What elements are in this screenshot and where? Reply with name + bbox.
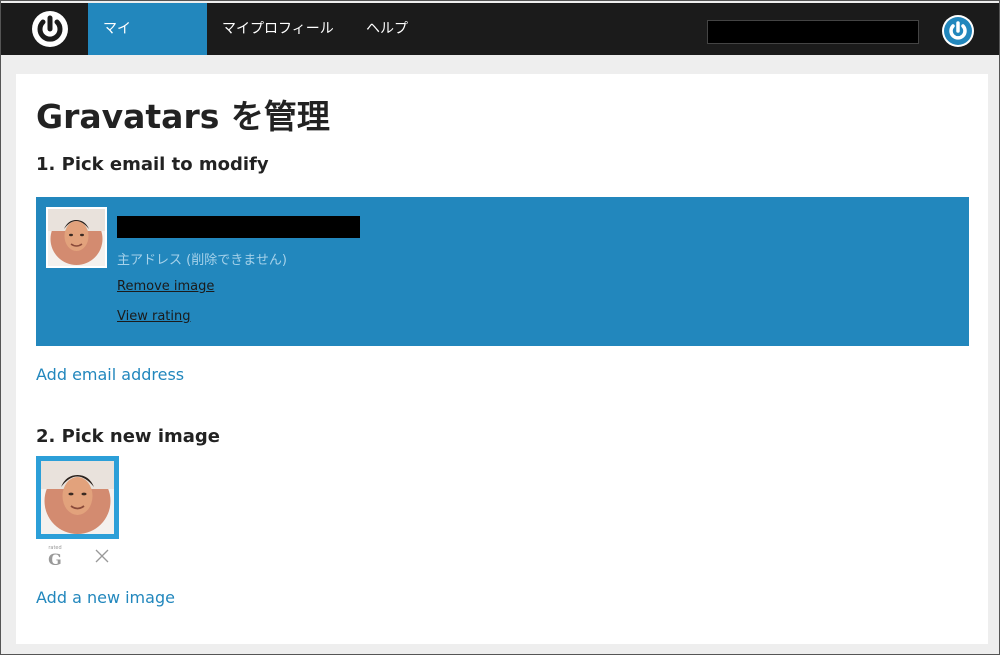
avatar-photo-icon <box>41 461 114 534</box>
delete-image-close-icon[interactable] <box>94 548 110 564</box>
nav-my-gravatar[interactable]: マイ Gravatar <box>88 3 207 89</box>
manage-gravatars-panel: Gravatars を管理 1. Pick email to modify 主ア… <box>16 74 988 644</box>
gravatar-logo-icon[interactable] <box>30 9 70 49</box>
top-nav-bar: マイ Gravatar マイプロフィール ヘルプ <box>0 0 1000 89</box>
avatar-photo-icon <box>48 209 105 266</box>
page-title: Gravatars を管理 <box>36 97 330 136</box>
svg-text:G: G <box>48 550 62 567</box>
add-email-address-link[interactable]: Add email address <box>36 365 184 384</box>
account-email-redacted <box>707 20 919 44</box>
view-rating-link[interactable]: View rating <box>117 309 191 324</box>
nav-my-profile[interactable]: マイプロフィール <box>207 3 349 55</box>
add-new-image-link[interactable]: Add a new image <box>36 588 175 607</box>
image-option-selected[interactable] <box>36 456 119 539</box>
nav-help[interactable]: ヘルプ <box>351 3 423 55</box>
email-list-item-selected[interactable]: 主アドレス (削除できません) Remove image View rating <box>36 197 969 346</box>
primary-address-note: 主アドレス (削除できません) <box>117 253 287 268</box>
rating-g-icon[interactable]: rated G <box>45 543 65 567</box>
email-avatar-thumbnail <box>46 207 107 268</box>
step2-heading: 2. Pick new image <box>36 426 220 447</box>
email-address-redacted <box>117 216 360 238</box>
user-menu-icon[interactable] <box>941 14 975 48</box>
remove-image-link[interactable]: Remove image <box>117 279 214 294</box>
step1-heading: 1. Pick email to modify <box>36 154 269 175</box>
